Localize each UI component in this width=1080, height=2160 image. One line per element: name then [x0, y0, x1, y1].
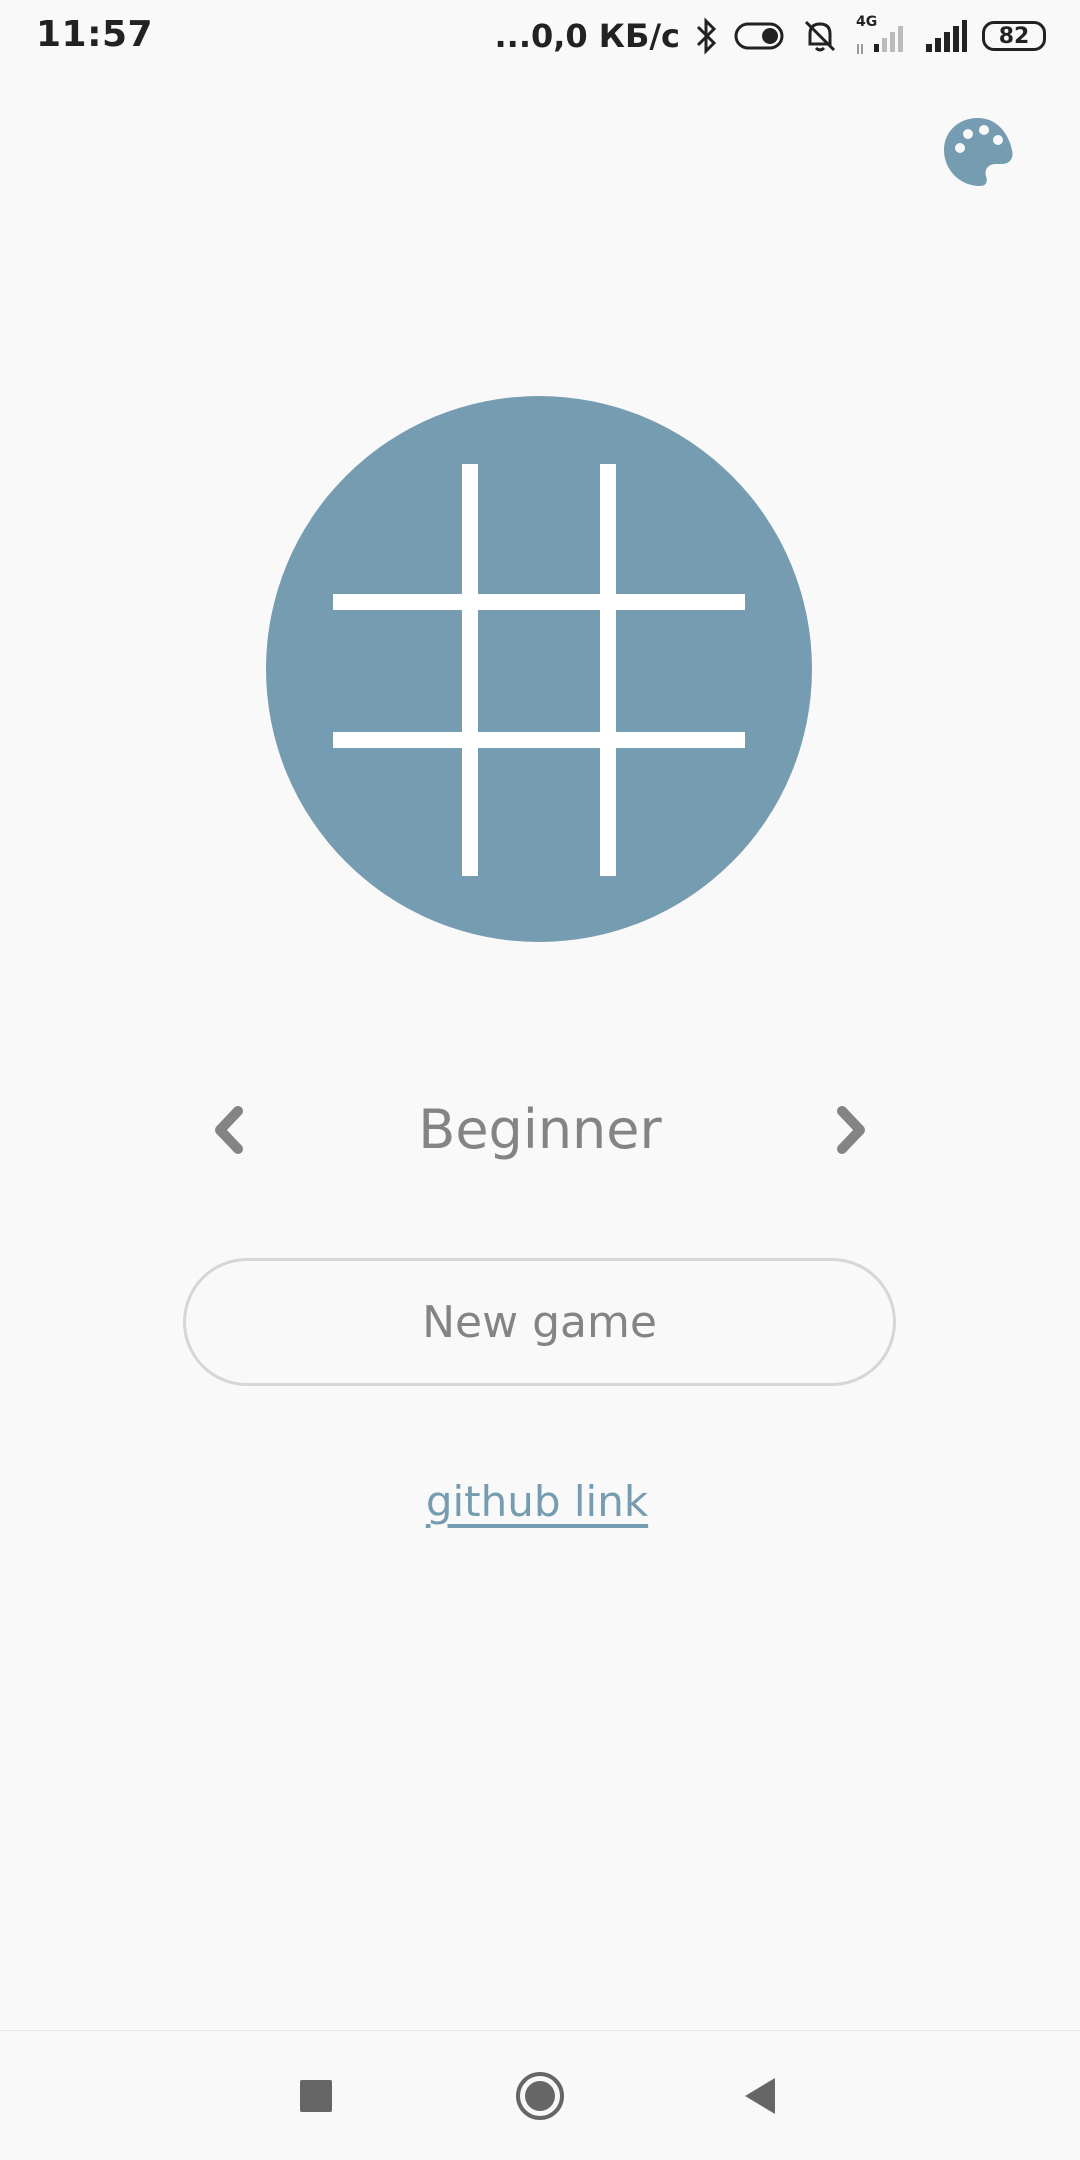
difficulty-selector: Beginner	[0, 1090, 1080, 1170]
new-game-button[interactable]: New game	[183, 1258, 896, 1386]
status-icons: ...0,0 КБ/с 4G 82	[494, 12, 1046, 60]
github-link[interactable]: github link	[420, 1466, 654, 1538]
difficulty-label: Beginner	[418, 1098, 662, 1161]
navigation-bar	[0, 2030, 1080, 2160]
palette-icon	[944, 118, 1013, 186]
toggle-icon	[734, 20, 786, 52]
status-bar: 11:57 ...0,0 КБ/с 4G 82	[0, 0, 1080, 72]
bluetooth-icon	[694, 17, 720, 55]
back-button[interactable]	[720, 2056, 800, 2136]
chevron-left-icon	[215, 1106, 243, 1154]
palette-button[interactable]	[940, 114, 1016, 190]
tic-tac-toe-logo	[266, 396, 812, 942]
chevron-right-icon	[837, 1106, 865, 1154]
status-time: 11:57	[36, 14, 154, 55]
square-icon	[300, 2080, 332, 2112]
cellular-4g-icon: 4G	[854, 14, 910, 58]
battery-level: 82	[998, 23, 1030, 49]
tic-tac-toe-grid-icon	[266, 396, 812, 942]
circle-icon	[516, 2072, 564, 2120]
next-difficulty-button[interactable]	[818, 1098, 882, 1162]
network-speed: ...0,0 КБ/с	[494, 17, 681, 55]
recents-button[interactable]	[276, 2056, 356, 2136]
previous-difficulty-button[interactable]	[198, 1098, 262, 1162]
triangle-back-icon	[745, 2078, 775, 2114]
silent-bell-icon	[800, 16, 840, 56]
main-screen: 11:57 ...0,0 КБ/с 4G 82 Beginner New gam…	[0, 0, 1080, 2160]
battery-icon: 82	[982, 21, 1046, 51]
signal-icon	[924, 18, 968, 54]
home-button[interactable]	[500, 2056, 580, 2136]
